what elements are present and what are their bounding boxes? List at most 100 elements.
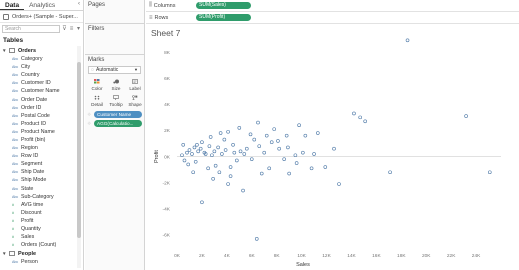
x-tick-label: 18K — [397, 253, 406, 259]
measure-icon: # — [12, 235, 14, 240]
scatter-point — [405, 38, 410, 43]
scatter-point — [211, 176, 215, 181]
chevron-down-icon[interactable]: ▾ — [3, 251, 8, 257]
field-item[interactable]: Abc Postal Code — [0, 112, 83, 120]
dimension-icon: Abc — [12, 73, 19, 78]
menu-icon[interactable]: ▾ — [76, 25, 81, 33]
scatter-point — [276, 139, 280, 143]
rows-shelf[interactable]: ≡ Rows SUM(Profit) — [146, 12, 519, 24]
dimension-icon: Abc — [12, 97, 19, 102]
scatter-point — [284, 133, 289, 138]
dimension-icon: Abc — [12, 178, 19, 183]
field-item[interactable]: Abc Profit (bin) — [0, 136, 83, 144]
scatter-plot[interactable]: 0K 2K 4K 6K 8K 10K 12K 14K 16K 18K 20K 22K 24K -6K -4K… — [146, 26, 519, 270]
field-label: Order Date — [21, 96, 48, 103]
scatter-point — [231, 143, 235, 147]
label-icon — [132, 79, 138, 84]
pages-title: Pages — [88, 2, 106, 8]
field-item[interactable]: Abc Product ID — [0, 120, 83, 128]
dimension-icon: Abc — [12, 65, 19, 70]
tab-analytics[interactable]: Analytics — [24, 0, 60, 10]
field-item[interactable]: Abc Product Name — [0, 128, 83, 136]
table-orders[interactable]: ▾ Orders — [0, 46, 83, 55]
scatter-point — [269, 140, 274, 144]
datasource-row[interactable]: Orders+ (Sample - Super... — [0, 11, 83, 23]
scatter-point — [235, 158, 239, 163]
field-item[interactable]: # Sales — [0, 233, 83, 241]
tooltip-button[interactable]: Tooltip — [107, 93, 125, 108]
scatter-point — [187, 148, 192, 152]
field-item[interactable]: # Profit — [0, 217, 83, 225]
field-item[interactable]: # AVG time — [0, 201, 83, 209]
dimension-icon: Abc — [12, 137, 19, 142]
field-item[interactable]: Abc Row ID — [0, 152, 83, 160]
x-tick-label: 24K — [472, 253, 481, 259]
field-item[interactable]: Abc Sub-Category — [0, 193, 83, 201]
field-item[interactable]: Abc Ship Mode — [0, 176, 83, 184]
field-item[interactable]: Abc Order Date — [0, 95, 83, 103]
field-label: State — [21, 185, 34, 192]
detail-label: Detail — [91, 102, 103, 107]
field-item[interactable]: # Quantity — [0, 225, 83, 233]
columns-shelf[interactable]: ⫼ Columns SUM(Sales) — [146, 0, 519, 12]
y-tick-label: 8K — [164, 50, 171, 56]
field-item[interactable]: Abc Category — [0, 55, 83, 63]
filter-icon[interactable]: ⊽ — [62, 25, 67, 33]
field-label: City — [21, 64, 31, 71]
people-field-list: Abc Person — [0, 258, 83, 266]
field-item[interactable]: Abc Segment — [0, 160, 83, 168]
scrollbar-thumb[interactable] — [77, 62, 81, 238]
shape-button[interactable]: Shape — [126, 93, 144, 108]
sum-profit-pill[interactable]: SUM(Profit) — [196, 14, 251, 21]
chevron-down-icon[interactable]: ▾ — [3, 48, 8, 54]
field-item[interactable]: # Discount — [0, 209, 83, 217]
field-label: Profit — [21, 217, 34, 224]
data-pane-scrollbar[interactable] — [77, 46, 81, 268]
field-item[interactable]: # Orders (Count) — [0, 241, 83, 249]
field-item[interactable]: Abc Customer ID — [0, 79, 83, 87]
scatter-point — [217, 170, 222, 175]
scatter-point — [267, 166, 272, 171]
filters-title: Filters — [88, 26, 105, 32]
detail-button[interactable]: Detail — [88, 93, 106, 108]
y-tick-label: 2K — [164, 128, 171, 134]
field-label: Sub-Category — [21, 193, 54, 200]
field-item[interactable]: Abc Order ID — [0, 104, 83, 112]
view-options-icon[interactable]: ≡ — [69, 25, 74, 33]
calculation-pill[interactable]: AGG(Calculatio... — [94, 120, 142, 127]
x-tick-label: 2K — [199, 253, 206, 259]
field-item[interactable]: Abc Country — [0, 71, 83, 79]
rows-shelf-label: ≡ Rows — [146, 15, 196, 21]
search-input[interactable]: Search — [2, 25, 60, 33]
mark-type-dropdown[interactable]: ◌ Automatic ▼ — [88, 66, 141, 74]
color-button[interactable]: Color — [88, 77, 106, 92]
field-item[interactable]: Abc Region — [0, 144, 83, 152]
label-button[interactable]: Label — [126, 77, 144, 92]
field-label: Profit (bin) — [21, 136, 46, 143]
field-label: Product Name — [21, 128, 55, 135]
field-item[interactable]: Abc Ship Date — [0, 168, 83, 176]
size-button[interactable]: Size — [107, 77, 125, 92]
collapse-pane-icon[interactable]: ‹ — [75, 0, 83, 10]
scatter-point — [487, 170, 492, 175]
sum-sales-pill[interactable]: SUM(Sales) — [196, 2, 251, 9]
dimension-icon: Abc — [12, 129, 19, 134]
x-tick-label: 20K — [422, 253, 431, 259]
field-label: Order ID — [21, 104, 42, 111]
field-item[interactable]: Abc Customer Name — [0, 87, 83, 95]
field-item[interactable]: Abc State — [0, 185, 83, 193]
tab-data[interactable]: Data — [0, 0, 25, 10]
scatter-point — [213, 163, 218, 168]
mark-pill-row: ⁘ AGG(Calculatio... — [85, 119, 144, 128]
measure-icon: # — [12, 202, 14, 207]
field-label: Sales — [21, 234, 35, 241]
customer-name-pill[interactable]: Customer Name — [94, 111, 142, 118]
scatter-point — [198, 146, 203, 151]
table-people[interactable]: ▾ People — [0, 249, 83, 258]
field-item[interactable]: Abc Person — [0, 258, 83, 266]
pages-card[interactable]: Pages — [85, 0, 144, 24]
scatter-point — [248, 132, 253, 137]
filters-card[interactable]: Filters — [85, 24, 144, 55]
scatter-point — [237, 126, 242, 130]
field-item[interactable]: Abc City — [0, 63, 83, 71]
